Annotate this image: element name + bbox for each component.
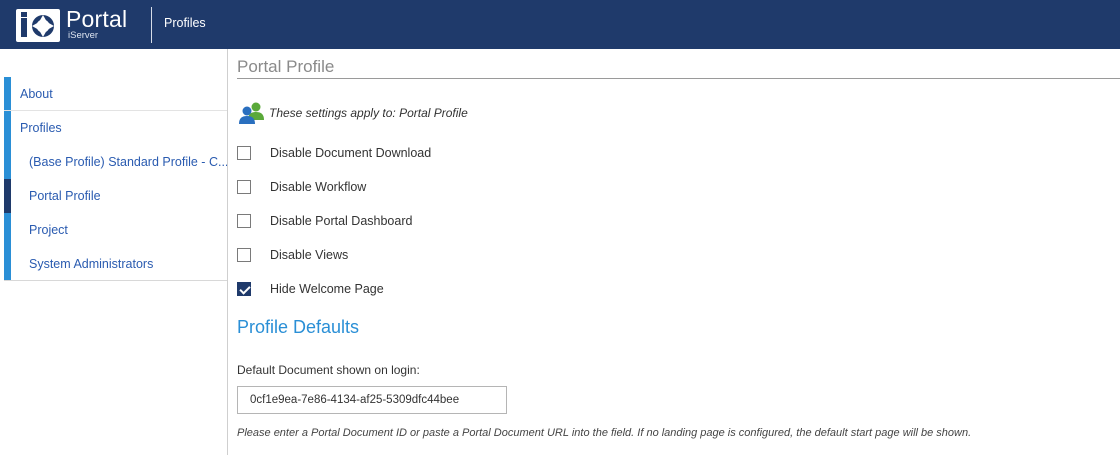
header-divider [151, 7, 152, 43]
default-document-help-text: Please enter a Portal Document ID or pas… [237, 427, 972, 439]
applies-to-notice: These settings apply to: Portal Profile [237, 101, 468, 125]
option-label: Hide Welcome Page [270, 282, 384, 296]
sidebar-item-label: Profiles [20, 121, 62, 135]
io-logo-icon [16, 8, 60, 42]
app-header: Portal iServer Profiles [0, 0, 1120, 49]
title-divider [237, 78, 1120, 79]
disable-portal-dashboard-checkbox[interactable] [237, 214, 251, 228]
sidebar: About Profiles (Base Profile) Standard P… [0, 49, 228, 455]
option-label: Disable Portal Dashboard [270, 214, 413, 228]
disable-views-checkbox[interactable] [237, 248, 251, 262]
sidebar-item-label: Project [29, 223, 68, 237]
page-title: Portal Profile [237, 57, 335, 76]
sidebar-item-project[interactable]: Project [4, 213, 227, 247]
sidebar-item-system-administrators[interactable]: System Administrators [4, 247, 227, 281]
default-document-label: Default Document shown on login: [237, 363, 420, 377]
users-icon [239, 102, 264, 124]
default-document-input[interactable] [237, 386, 507, 414]
option-disable-document-download[interactable]: Disable Document Download [237, 143, 431, 163]
sidebar-item-portal-profile[interactable]: Portal Profile [4, 179, 227, 213]
applies-to-text: These settings apply to: Portal Profile [269, 106, 468, 120]
option-disable-workflow[interactable]: Disable Workflow [237, 177, 366, 197]
profile-defaults-heading: Profile Defaults [237, 317, 360, 337]
sidebar-item-indicator [4, 111, 11, 145]
logo-subtitle: iServer [68, 30, 99, 41]
option-disable-portal-dashboard[interactable]: Disable Portal Dashboard [237, 211, 412, 231]
sidebar-item-indicator [4, 247, 11, 280]
sidebar-item-label: Portal Profile [29, 189, 101, 203]
option-disable-views[interactable]: Disable Views [237, 245, 348, 265]
disable-document-download-checkbox[interactable] [237, 146, 251, 160]
sidebar-item-label: System Administrators [29, 257, 154, 271]
logo-title: Portal [66, 6, 128, 32]
sidebar-item-about[interactable]: About [4, 77, 227, 111]
portal-logo[interactable]: Portal iServer [16, 6, 144, 42]
option-hide-welcome-page[interactable]: Hide Welcome Page [237, 279, 384, 299]
option-label: Disable Workflow [270, 180, 367, 194]
sidebar-item-label: About [20, 87, 53, 101]
sidebar-item-profiles[interactable]: Profiles [4, 111, 227, 145]
sidebar-item-indicator [4, 213, 11, 247]
option-label: Disable Document Download [270, 146, 432, 160]
sidebar-item-indicator [4, 77, 11, 110]
logo-text: Portal iServer [64, 6, 144, 42]
header-section-title[interactable]: Profiles [164, 16, 206, 30]
main-content: Portal Profile These settings apply to: … [237, 49, 1120, 455]
sidebar-nav: About Profiles (Base Profile) Standard P… [4, 77, 227, 281]
sidebar-item-label: (Base Profile) Standard Profile - C... [29, 155, 227, 169]
sidebar-item-indicator [4, 145, 11, 179]
disable-workflow-checkbox[interactable] [237, 180, 251, 194]
sidebar-item-base-profile[interactable]: (Base Profile) Standard Profile - C... [4, 145, 227, 179]
option-label: Disable Views [270, 248, 349, 262]
sidebar-item-indicator [4, 179, 11, 213]
hide-welcome-page-checkbox[interactable] [237, 282, 251, 296]
